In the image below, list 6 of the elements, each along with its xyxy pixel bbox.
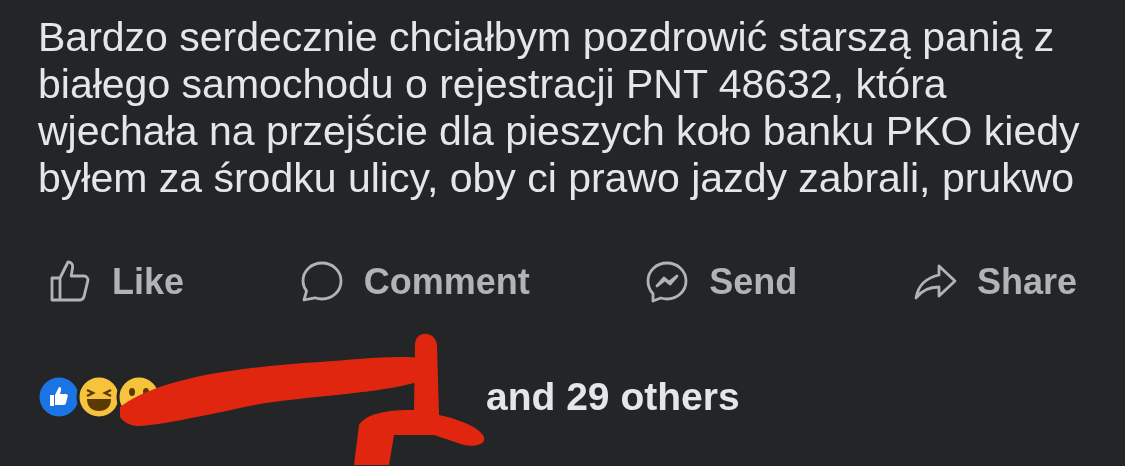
share-button[interactable]: Share [910,258,1077,306]
send-button[interactable]: Send [643,258,798,306]
comment-button[interactable]: Comment [297,258,530,306]
reactions-summary[interactable]: and 29 others [486,375,740,419]
like-button[interactable]: Like [46,258,185,306]
post-text: Bardzo serdecznie chciałbym pozdrowić starszą panią z białego samochodu o rejestracji PNT 48632, która wjechała na przejście dla pieszych koło banku PKO kiedy byłem za środku ulicy, oby ci prawo jazdy zabrali, prukwo [38,14,1081,202]
